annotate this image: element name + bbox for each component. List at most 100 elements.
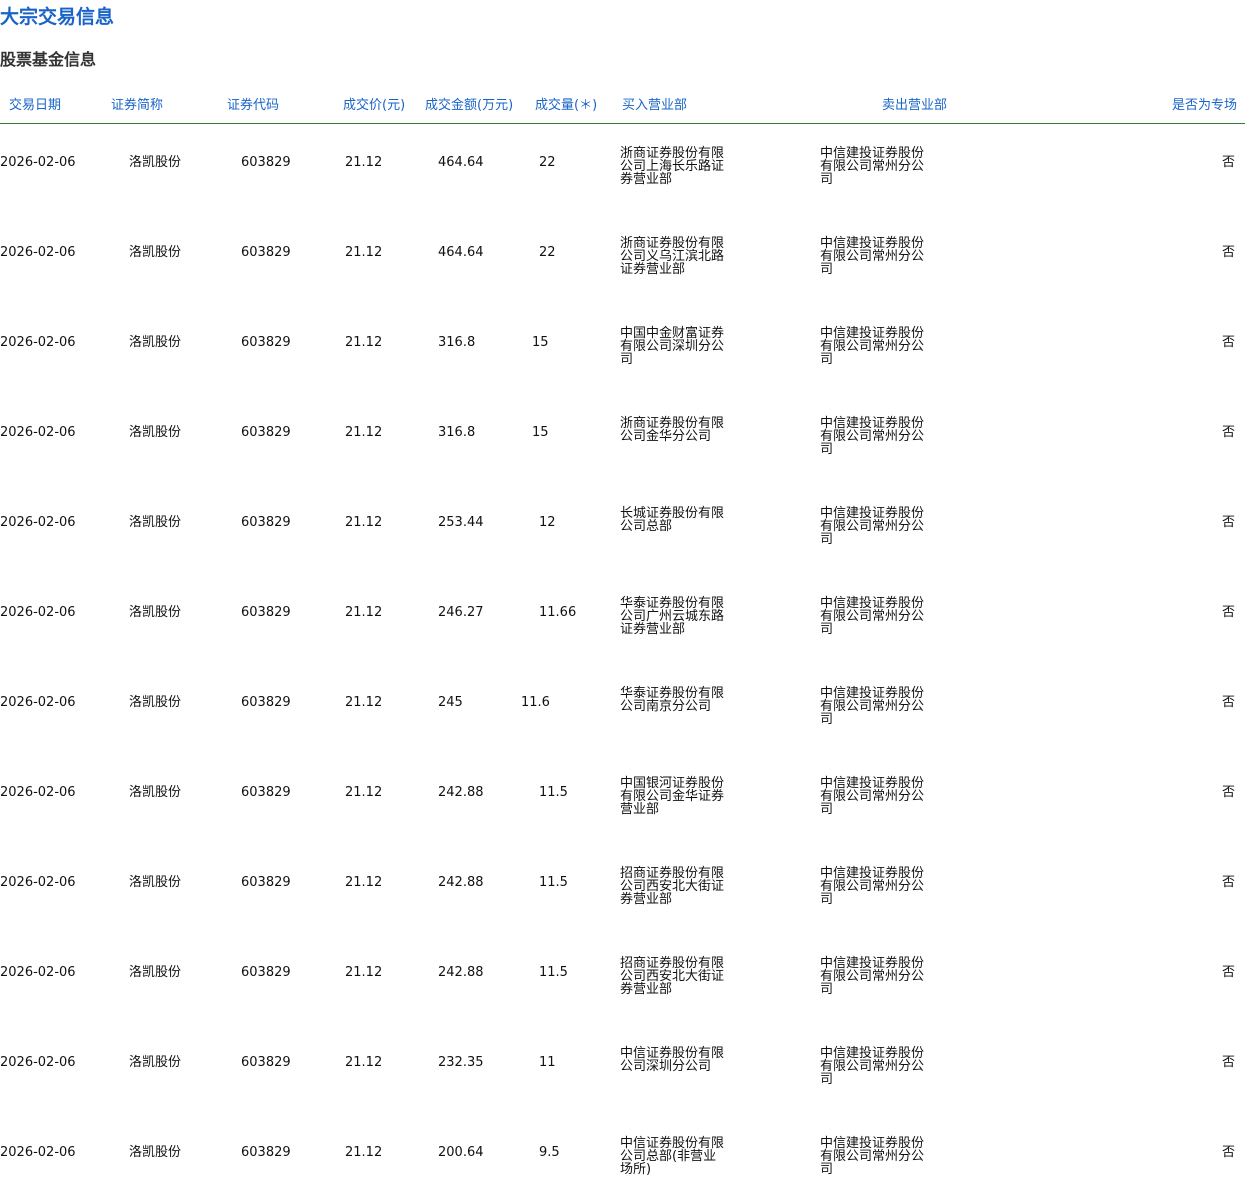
page-title: 大宗交易信息 xyxy=(0,6,115,28)
cell-sell-branch: 中信建投证券股份有限公司常州分公司 xyxy=(820,1136,925,1177)
cell-special-flag: 否 xyxy=(1221,1145,1235,1160)
cell-sell-branch: 中信建投证券股份有限公司常州分公司 xyxy=(820,686,925,727)
cell-volume: 11.5 xyxy=(539,785,568,800)
cell-buy-branch: 华泰证券股份有限公司广州云城东路证券营业部 xyxy=(620,596,725,637)
cell-security-name: 洛凯股份 xyxy=(129,695,182,710)
cell-sell-branch: 中信建投证券股份有限公司常州分公司 xyxy=(820,506,925,547)
cell-buy-branch: 中信证券股份有限公司总部(非营业场所) xyxy=(620,1136,725,1177)
table-row[interactable]: 2026-02-06 洛凯股份 603829 21.12 464.64 22 浙商证券股份有… xyxy=(0,118,1245,208)
cell-price: 21.12 xyxy=(345,515,383,530)
cell-volume: 11.5 xyxy=(539,875,568,890)
cell-amount: 242.88 xyxy=(438,785,484,800)
cell-sell-branch: 中信建投证券股份有限公司常州分公司 xyxy=(820,236,925,277)
cell-sell-branch: 中信建投证券股份有限公司常州分公司 xyxy=(820,326,925,367)
cell-security-code: 603829 xyxy=(241,515,291,530)
block-trade-page: 大宗交易信息 股票基金信息 交易日期 证券简称 证券代码 成交价(元) 成交金额… xyxy=(0,0,1245,1204)
cell-buy-branch: 浙商证券股份有限公司义乌江滨北路证券营业部 xyxy=(620,236,725,277)
cell-security-name: 洛凯股份 xyxy=(129,155,182,170)
cell-price: 21.12 xyxy=(345,335,383,350)
cell-price: 21.12 xyxy=(345,245,383,260)
cell-security-code: 603829 xyxy=(241,605,291,620)
cell-trade-date: 2026-02-06 xyxy=(0,335,76,350)
cell-special-flag: 否 xyxy=(1221,515,1235,530)
cell-trade-date: 2026-02-06 xyxy=(0,425,76,440)
cell-security-code: 603829 xyxy=(241,245,291,260)
cell-security-name: 洛凯股份 xyxy=(129,875,182,890)
cell-price: 21.12 xyxy=(345,875,383,890)
cell-amount: 253.44 xyxy=(438,515,484,530)
table-row[interactable]: 2026-02-06 洛凯股份 603829 21.12 316.8 15 中国中金财富证券… xyxy=(0,298,1245,388)
cell-trade-date: 2026-02-06 xyxy=(0,965,76,980)
header-buy-branch[interactable]: 买入营业部 xyxy=(622,97,687,115)
table-row[interactable]: 2026-02-06 洛凯股份 603829 21.12 242.88 11.5 招商证券股… xyxy=(0,928,1245,1018)
cell-amount: 246.27 xyxy=(438,605,484,620)
cell-price: 21.12 xyxy=(345,425,383,440)
cell-price: 21.12 xyxy=(345,965,383,980)
cell-volume: 11.6 xyxy=(521,695,550,710)
cell-amount: 316.8 xyxy=(438,425,476,440)
table-row[interactable]: 2026-02-06 洛凯股份 603829 21.12 242.88 11.5 中国银河证… xyxy=(0,748,1245,838)
cell-buy-branch: 浙商证券股份有限公司上海长乐路证券营业部 xyxy=(620,146,725,187)
header-security-code[interactable]: 证券代码 xyxy=(227,97,279,115)
cell-amount: 464.64 xyxy=(438,245,484,260)
table-row[interactable]: 2026-02-06 洛凯股份 603829 21.12 246.27 11.66 华泰证券… xyxy=(0,568,1245,658)
cell-special-flag: 否 xyxy=(1221,875,1235,890)
cell-security-code: 603829 xyxy=(241,1145,291,1160)
table-row[interactable]: 2026-02-06 洛凯股份 603829 21.12 316.8 15 浙商证券股份有限… xyxy=(0,388,1245,478)
cell-sell-branch: 中信建投证券股份有限公司常州分公司 xyxy=(820,776,925,817)
cell-special-flag: 否 xyxy=(1221,695,1235,710)
cell-buy-branch: 中信证券股份有限公司深圳分公司 xyxy=(620,1046,725,1074)
cell-volume: 15 xyxy=(532,425,549,440)
cell-trade-date: 2026-02-06 xyxy=(0,1145,76,1160)
cell-buy-branch: 招商证券股份有限公司西安北大街证券营业部 xyxy=(620,866,725,907)
cell-security-name: 洛凯股份 xyxy=(129,1055,182,1070)
cell-trade-date: 2026-02-06 xyxy=(0,695,76,710)
table-row[interactable]: 2026-02-06 洛凯股份 603829 21.12 200.64 9.5 中信证券股份… xyxy=(0,1108,1245,1198)
cell-amount: 242.88 xyxy=(438,875,484,890)
cell-buy-branch: 中国银河证券股份有限公司金华证券营业部 xyxy=(620,776,725,817)
header-special-flag[interactable]: 是否为专场 xyxy=(1172,97,1237,115)
cell-trade-date: 2026-02-06 xyxy=(0,245,76,260)
header-sell-branch[interactable]: 卖出营业部 xyxy=(882,97,947,115)
cell-security-name: 洛凯股份 xyxy=(129,335,182,350)
cell-amount: 464.64 xyxy=(438,155,484,170)
cell-special-flag: 否 xyxy=(1221,155,1235,170)
cell-security-code: 603829 xyxy=(241,155,291,170)
table-row[interactable]: 2026-02-06 洛凯股份 603829 21.12 232.35 11 中信证券股份有… xyxy=(0,1018,1245,1108)
cell-amount: 316.8 xyxy=(438,335,476,350)
cell-amount: 242.88 xyxy=(438,965,484,980)
header-security-name[interactable]: 证券简称 xyxy=(111,97,163,115)
header-volume[interactable]: 成交量(＊) xyxy=(535,97,597,115)
header-price[interactable]: 成交价(元) xyxy=(343,97,405,115)
cell-security-name: 洛凯股份 xyxy=(129,785,182,800)
table-row[interactable]: 2026-02-06 洛凯股份 603829 21.12 464.64 22 浙商证券股份有… xyxy=(0,208,1245,298)
cell-volume: 22 xyxy=(539,245,556,260)
cell-sell-branch: 中信建投证券股份有限公司常州分公司 xyxy=(820,866,925,907)
cell-sell-branch: 中信建投证券股份有限公司常州分公司 xyxy=(820,956,925,997)
cell-price: 21.12 xyxy=(345,1145,383,1160)
table-row[interactable]: 2026-02-06 洛凯股份 603829 21.12 242.88 11.5 招商证券股… xyxy=(0,838,1245,928)
table-row[interactable]: 2026-02-06 洛凯股份 603829 21.12 253.44 12 长城证券股份有… xyxy=(0,478,1245,568)
cell-volume: 15 xyxy=(532,335,549,350)
header-trade-date[interactable]: 交易日期 xyxy=(9,97,61,115)
cell-volume: 11 xyxy=(539,1055,556,1070)
cell-security-name: 洛凯股份 xyxy=(129,245,182,260)
cell-buy-branch: 华泰证券股份有限公司南京分公司 xyxy=(620,686,725,714)
cell-price: 21.12 xyxy=(345,1055,383,1070)
cell-trade-date: 2026-02-06 xyxy=(0,605,76,620)
cell-buy-branch: 浙商证券股份有限公司金华分公司 xyxy=(620,416,725,444)
cell-security-code: 603829 xyxy=(241,335,291,350)
cell-security-name: 洛凯股份 xyxy=(129,605,182,620)
cell-buy-branch: 招商证券股份有限公司西安北大街证券营业部 xyxy=(620,956,725,997)
cell-price: 21.12 xyxy=(345,785,383,800)
cell-volume: 22 xyxy=(539,155,556,170)
cell-volume: 12 xyxy=(539,515,556,530)
cell-sell-branch: 中信建投证券股份有限公司常州分公司 xyxy=(820,1046,925,1087)
header-amount[interactable]: 成交金额(万元) xyxy=(425,97,513,115)
cell-volume: 11.66 xyxy=(539,605,577,620)
cell-security-code: 603829 xyxy=(241,875,291,890)
cell-security-code: 603829 xyxy=(241,965,291,980)
cell-price: 21.12 xyxy=(345,155,383,170)
cell-security-code: 603829 xyxy=(241,785,291,800)
table-row[interactable]: 2026-02-06 洛凯股份 603829 21.12 245 11.6 华泰证券股份有限… xyxy=(0,658,1245,748)
